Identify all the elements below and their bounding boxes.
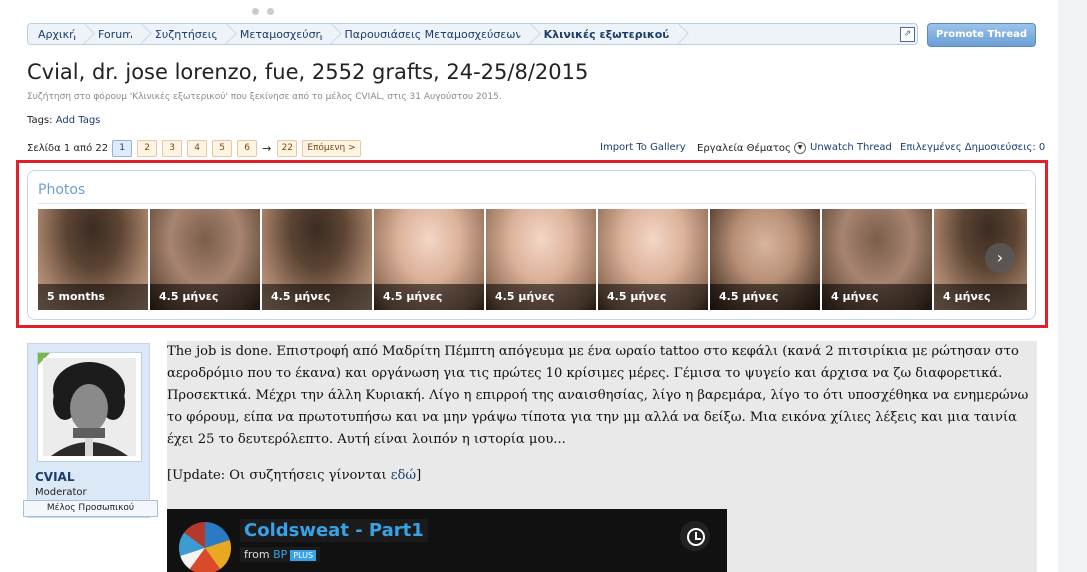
page-count-label: Σελίδα 1 από 22 xyxy=(27,143,109,154)
selected-posts-count: 0 xyxy=(1038,142,1046,153)
selected-posts[interactable]: Επιλεγμένες Δημοσιεύσεις: 0 xyxy=(900,142,1045,153)
page-margin xyxy=(1058,0,1087,572)
update-prefix: [Update: Οι συζητήσεις γίνονται xyxy=(167,468,391,483)
page-6-button[interactable]: 6 xyxy=(237,140,258,157)
add-tags-link[interactable]: Add Tags xyxy=(56,115,101,126)
video-byline: from BP PLUS xyxy=(240,547,321,562)
tags: Tags: Add Tags xyxy=(27,115,100,126)
photo-thumbnail[interactable]: 4.5 μήνες xyxy=(150,209,260,310)
video-embed[interactable]: Coldsweat - Part1 from BP PLUS xyxy=(167,509,727,572)
page-4-button[interactable]: 4 xyxy=(187,140,208,157)
breadcrumb-current[interactable]: Κλινικές εξωτερικού xyxy=(534,24,682,44)
avatar-image xyxy=(43,358,136,456)
selected-posts-label: Επιλεγμένες Δημοσιεύσεις: xyxy=(900,142,1036,153)
photo-caption: 4.5 μήνες xyxy=(486,284,596,310)
photo-thumbnail[interactable]: 4.5 μήνες xyxy=(710,209,820,310)
video-title[interactable]: Coldsweat - Part1 xyxy=(240,519,428,542)
user-info-panel: CVIAL Moderator Μέλος Προσωπικού xyxy=(23,343,158,518)
page-3-button[interactable]: 3 xyxy=(162,140,183,157)
photo-caption: 5 months xyxy=(38,284,148,310)
chevron-down-icon: ▼ xyxy=(794,142,807,154)
video-from: from xyxy=(244,548,270,561)
post-text: The job is done. Επιστροφή από Μαδρίτη Π… xyxy=(167,341,1033,501)
update-link[interactable]: εδώ xyxy=(391,468,416,483)
post-update: [Update: Οι συζητήσεις γίνονται εδώ] xyxy=(167,465,1033,487)
photo-caption: 4.5 μήνες xyxy=(374,284,484,310)
photos-title: Photos xyxy=(38,182,86,198)
page-title: Cvial, dr. jose lorenzo, fue, 2552 graft… xyxy=(27,60,589,84)
photos-panel: Photos 5 months 4.5 μήνες 4.5 μήνες 4.5 μήν… xyxy=(27,170,1036,320)
breadcrumb-transplant[interactable]: Μεταμοσχεύση xyxy=(230,24,335,44)
photo-caption: 4.5 μήνες xyxy=(150,284,260,310)
import-gallery-link[interactable]: Import To Gallery xyxy=(600,142,686,153)
photo-caption: 4 μήνες xyxy=(822,284,932,310)
page-5-button[interactable]: 5 xyxy=(212,140,233,157)
photo-thumbnail[interactable]: 4.5 μήνες xyxy=(486,209,596,310)
breadcrumb: Αρχική Forum Συζητήσεις Μεταμοσχεύση Παρ… xyxy=(27,23,918,45)
next-page-button[interactable]: Επόμενη > xyxy=(302,140,361,157)
photo-strip: 5 months 4.5 μήνες 4.5 μήνες 4.5 μήνες 4.5 μ… xyxy=(38,209,1027,310)
page-2-button[interactable]: 2 xyxy=(137,140,158,157)
page-1-button[interactable]: 1 xyxy=(112,140,133,157)
next-arrow-icon[interactable]: › xyxy=(985,243,1015,273)
page-last-button[interactable]: 22 xyxy=(277,140,298,157)
photo-thumbnail[interactable]: 5 months xyxy=(38,209,148,310)
photo-caption: 4 μήνες xyxy=(934,284,1027,310)
thread-tools-label: Εργαλεία Θέματος xyxy=(697,143,791,154)
page-skip-arrow: → xyxy=(262,142,272,155)
breadcrumb-presentations[interactable]: Παρουσιάσεις Μεταμοσχεύσεων xyxy=(335,24,534,44)
video-channel[interactable]: BP xyxy=(273,548,287,561)
breadcrumb-forum[interactable]: Forum xyxy=(88,24,145,44)
plus-badge: PLUS xyxy=(290,550,317,561)
breadcrumb-home[interactable]: Αρχική xyxy=(28,24,88,44)
photo-caption: 4.5 μήνες xyxy=(710,284,820,310)
user-title: Moderator xyxy=(35,487,87,498)
unwatch-thread-link[interactable]: Unwatch Thread xyxy=(810,142,892,153)
update-suffix: ] xyxy=(416,468,422,483)
page: Αρχική Forum Συζητήσεις Μεταμοσχεύση Παρ… xyxy=(0,0,1058,572)
tags-label: Tags: xyxy=(27,115,53,126)
promote-thread-button[interactable]: Promote Thread xyxy=(927,23,1036,47)
page-navigation: Σελίδα 1 από 22 1 2 3 4 5 6 → 22 Επόμενη… xyxy=(27,140,366,157)
thread-description: Συζήτηση στο φόρουμ 'Κλινικές εξωτερικού… xyxy=(27,92,502,102)
avatar[interactable] xyxy=(37,352,142,462)
staff-banner: Μέλος Προσωπικού xyxy=(23,500,158,517)
clock-icon[interactable] xyxy=(680,521,710,551)
breadcrumb-discussions[interactable]: Συζητήσεις xyxy=(145,24,230,44)
photo-thumbnail[interactable]: 4.5 μήνες xyxy=(262,209,372,310)
carousel-dots xyxy=(252,0,282,19)
post-paragraph: The job is done. Επιστροφή από Μαδρίτη Π… xyxy=(167,344,1029,447)
divider xyxy=(38,203,1025,204)
photo-caption: 4.5 μήνες xyxy=(598,284,708,310)
thread-tools-menu[interactable]: Εργαλεία Θέματος ▼ xyxy=(697,142,807,154)
photo-thumbnail[interactable]: 4.5 μήνες xyxy=(598,209,708,310)
user-name[interactable]: CVIAL xyxy=(35,470,75,484)
channel-logo[interactable] xyxy=(179,522,231,572)
photo-thumbnail[interactable]: 4 μήνες xyxy=(822,209,932,310)
photo-thumbnail[interactable]: 4.5 μήνες xyxy=(374,209,484,310)
external-link-icon[interactable]: ⇗ xyxy=(900,27,915,42)
photo-caption: 4.5 μήνες xyxy=(262,284,372,310)
